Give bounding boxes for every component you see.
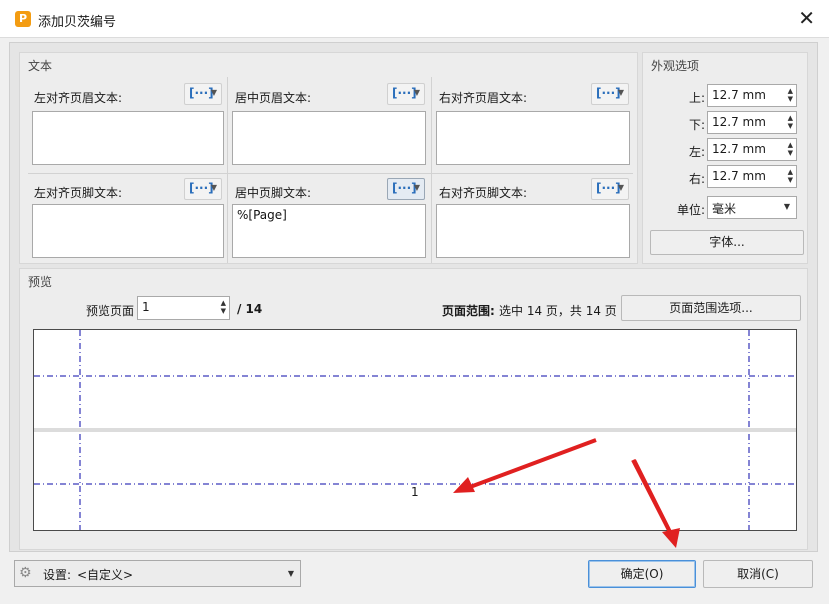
preview-page-value: 1: [142, 300, 150, 314]
preview-drawing: [34, 330, 796, 530]
page-break-separator: [34, 428, 796, 432]
app-logo-icon: P: [15, 11, 31, 27]
settings-label: 设置:: [43, 568, 72, 582]
margin-left-spinner[interactable]: 12.7 mm ▲ ▼: [707, 138, 797, 161]
margin-bottom-value: 12.7 mm: [712, 115, 766, 129]
chevron-down-icon: ▼: [287, 569, 294, 578]
preview-page-spinner[interactable]: 1 ▲ ▼: [137, 296, 230, 320]
margin-top-value: 12.7 mm: [712, 88, 766, 102]
center-footer-label: 居中页脚文本:: [235, 186, 312, 200]
right-footer-macro-button[interactable]: [···] ▼: [591, 178, 629, 200]
chevron-down-icon: ▼: [617, 183, 624, 192]
margin-bottom-label: 下:: [688, 118, 705, 132]
center-header-cell: 居中页眉文本: [···] ▼: [229, 79, 429, 169]
cancel-button[interactable]: 取消(C): [703, 560, 813, 588]
settings-value: <自定义>: [77, 568, 134, 582]
center-header-macro-button[interactable]: [···] ▼: [387, 83, 425, 105]
unit-label: 单位:: [676, 203, 705, 217]
right-header-label: 右对齐页眉文本:: [439, 91, 528, 105]
text-group-title: 文本: [28, 59, 53, 73]
margin-left-value: 12.7 mm: [712, 142, 766, 156]
settings-select[interactable]: ⚙ 设置: <自定义> ▼: [14, 560, 301, 587]
chevron-down-icon: ▼: [617, 88, 624, 97]
page-range-options-button[interactable]: 页面范围选项...: [621, 295, 801, 321]
annotation-arrow: [632, 459, 672, 530]
margin-left-label: 左:: [688, 145, 705, 159]
margin-bottom-row: 下: 12.7 mm ▲ ▼: [651, 111, 801, 135]
margin-top-label: 上:: [688, 91, 705, 105]
margin-right-value: 12.7 mm: [712, 169, 766, 183]
appearance-group: 外观选项 上: 12.7 mm ▲ ▼ 下: 12.7 mm ▲ ▼ 左: 12.7…: [642, 52, 808, 264]
title-bar: P 添加贝茨编号 ✕: [0, 0, 829, 38]
right-footer-input[interactable]: [436, 204, 630, 258]
right-header-input[interactable]: [436, 111, 630, 165]
chevron-down-icon: ▼: [210, 88, 217, 97]
annotation-arrow: [461, 438, 597, 492]
page-total: / 14: [237, 302, 263, 316]
unit-row: 单位: 毫米 ▼: [651, 196, 801, 220]
gear-icon: ⚙: [19, 565, 32, 581]
margin-right-spinner[interactable]: 12.7 mm ▲ ▼: [707, 165, 797, 188]
column-divider: [227, 77, 228, 263]
center-footer-macro-button[interactable]: [···] ▼: [387, 178, 425, 200]
left-header-macro-button[interactable]: [···] ▼: [184, 83, 222, 105]
right-footer-label: 右对齐页脚文本:: [439, 186, 528, 200]
right-header-macro-button[interactable]: [···] ▼: [591, 83, 629, 105]
chevron-down-icon: ▼: [783, 202, 790, 211]
close-icon[interactable]: ✕: [798, 6, 815, 30]
page-range-label: 页面范围:: [442, 304, 495, 318]
text-group: 文本 左对齐页眉文本: [···] ▼ 居中页眉文本: [···] ▼ 右对齐页…: [19, 52, 638, 264]
left-footer-label: 左对齐页脚文本:: [34, 186, 123, 200]
unit-select[interactable]: 毫米 ▼: [707, 196, 797, 219]
margin-top-row: 上: 12.7 mm ▲ ▼: [651, 84, 801, 108]
right-header-cell: 右对齐页眉文本: [···] ▼: [433, 79, 633, 169]
margin-bottom-spinner[interactable]: 12.7 mm ▲ ▼: [707, 111, 797, 134]
chevron-down-icon: ▼: [413, 183, 420, 192]
spinner-arrows-icon[interactable]: ▲ ▼: [788, 87, 793, 103]
center-header-label: 居中页眉文本:: [235, 91, 312, 105]
page-range-text: 选中 14 页，共 14 页: [499, 304, 617, 318]
preview-page-number: 1: [411, 485, 419, 499]
center-header-input[interactable]: [232, 111, 426, 165]
dialog-body: 文本 左对齐页眉文本: [···] ▼ 居中页眉文本: [···] ▼ 右对齐页…: [9, 42, 818, 552]
chevron-down-icon: ▼: [413, 88, 420, 97]
left-header-cell: 左对齐页眉文本: [···] ▼: [28, 79, 226, 169]
bottom-bar: ⚙ 设置: <自定义> ▼ 确定(O) 取消(C): [0, 553, 829, 604]
column-divider: [431, 77, 432, 263]
right-footer-cell: 右对齐页脚文本: [···] ▼: [433, 174, 633, 264]
margin-right-label: 右:: [688, 172, 705, 186]
center-footer-cell: 居中页脚文本: [···] ▼: [229, 174, 429, 264]
window-title: 添加贝茨编号: [38, 15, 117, 30]
unit-value: 毫米: [712, 202, 737, 216]
ok-button[interactable]: 确定(O): [588, 560, 696, 588]
preview-page-label: 预览页面: [86, 304, 135, 318]
margin-right-row: 右: 12.7 mm ▲ ▼: [651, 165, 801, 189]
margin-left-row: 左: 12.7 mm ▲ ▼: [651, 138, 801, 162]
font-button[interactable]: 字体...: [650, 230, 804, 255]
left-header-input[interactable]: [32, 111, 224, 165]
appearance-group-title: 外观选项: [651, 59, 700, 73]
annotation-arrowhead: [453, 477, 475, 493]
spinner-arrows-icon[interactable]: ▲ ▼: [788, 141, 793, 157]
left-header-label: 左对齐页眉文本:: [34, 91, 123, 105]
spinner-arrows-icon[interactable]: ▲ ▼: [788, 168, 793, 184]
center-footer-input[interactable]: [232, 204, 426, 258]
spinner-arrows-icon[interactable]: ▲ ▼: [221, 299, 226, 315]
left-footer-cell: 左对齐页脚文本: [···] ▼: [28, 174, 226, 264]
left-footer-input[interactable]: [32, 204, 224, 258]
margin-top-spinner[interactable]: 12.7 mm ▲ ▼: [707, 84, 797, 107]
preview-canvas: 1: [33, 329, 797, 531]
chevron-down-icon: ▼: [210, 183, 217, 192]
spinner-arrows-icon[interactable]: ▲ ▼: [788, 114, 793, 130]
preview-group-title: 预览: [28, 275, 53, 289]
left-footer-macro-button[interactable]: [···] ▼: [184, 178, 222, 200]
